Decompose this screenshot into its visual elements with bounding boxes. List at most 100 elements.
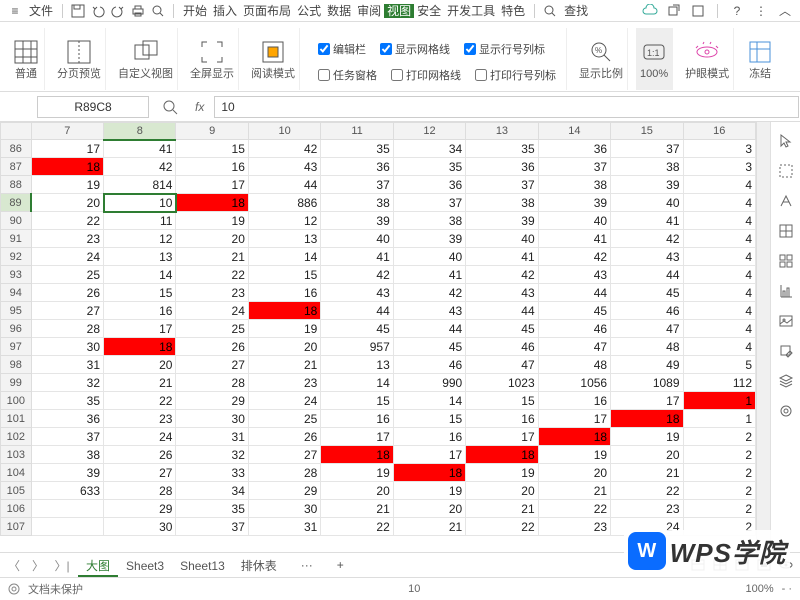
cell[interactable]: 4 xyxy=(683,194,755,212)
cell[interactable]: 21 xyxy=(393,518,465,536)
cell[interactable]: 13 xyxy=(104,248,176,266)
cell[interactable]: 18 xyxy=(321,446,393,464)
cell[interactable]: 18 xyxy=(611,410,683,428)
cell[interactable]: 46 xyxy=(611,302,683,320)
cell[interactable]: 28 xyxy=(248,464,320,482)
cell[interactable]: 12 xyxy=(248,212,320,230)
cell[interactable]: 18 xyxy=(176,194,248,212)
cell[interactable]: 15 xyxy=(321,392,393,410)
cell[interactable]: 24 xyxy=(248,392,320,410)
row-header[interactable]: 91 xyxy=(1,230,32,248)
cell[interactable]: 39 xyxy=(538,194,610,212)
cell[interactable]: 2 xyxy=(683,446,755,464)
cell[interactable]: 43 xyxy=(538,266,610,284)
cell[interactable]: 22 xyxy=(611,482,683,500)
cell[interactable]: 1023 xyxy=(466,374,538,392)
cell[interactable]: 15 xyxy=(248,266,320,284)
cell[interactable]: 26 xyxy=(176,338,248,356)
tabs-more[interactable]: ··· xyxy=(293,556,321,574)
cell[interactable]: 44 xyxy=(466,302,538,320)
cell[interactable]: 12 xyxy=(104,230,176,248)
cell[interactable]: 41 xyxy=(104,140,176,158)
cell[interactable]: 17 xyxy=(538,410,610,428)
cell[interactable]: 33 xyxy=(176,464,248,482)
menu-tab-6[interactable]: 视图 xyxy=(384,4,414,18)
cell[interactable]: 47 xyxy=(466,356,538,374)
row-header[interactable]: 90 xyxy=(1,212,32,230)
col-header[interactable]: 16 xyxy=(683,123,755,140)
menu-tab-2[interactable]: 页面布局 xyxy=(240,4,294,18)
cell[interactable]: 36 xyxy=(321,158,393,176)
cell[interactable]: 18 xyxy=(393,464,465,482)
tab-0[interactable]: 大图 xyxy=(78,557,118,577)
redo-icon[interactable] xyxy=(109,2,127,20)
cell[interactable]: 21 xyxy=(248,356,320,374)
menu-tab-8[interactable]: 开发工具 xyxy=(444,4,498,18)
cell[interactable]: 1089 xyxy=(611,374,683,392)
cell[interactable]: 29 xyxy=(104,500,176,518)
image-icon[interactable] xyxy=(777,312,795,330)
menu-tab-7[interactable]: 安全 xyxy=(414,4,444,18)
col-header[interactable]: 14 xyxy=(538,123,610,140)
tab-1[interactable]: Sheet3 xyxy=(118,557,172,575)
zoom-value[interactable]: 100% xyxy=(745,583,773,595)
row-header[interactable]: 86 xyxy=(1,140,32,158)
cell[interactable]: 30 xyxy=(176,410,248,428)
cell[interactable]: 39 xyxy=(393,230,465,248)
menu-tab-9[interactable]: 特色 xyxy=(498,4,528,18)
cell[interactable]: 14 xyxy=(321,374,393,392)
cell[interactable]: 39 xyxy=(321,212,393,230)
cell[interactable]: 37 xyxy=(466,176,538,194)
cell[interactable]: 16 xyxy=(538,392,610,410)
cell[interactable]: 31 xyxy=(176,428,248,446)
cursor-icon[interactable] xyxy=(777,132,795,150)
form-icon[interactable] xyxy=(689,2,707,20)
cell[interactable]: 886 xyxy=(248,194,320,212)
cell[interactable]: 45 xyxy=(466,320,538,338)
cell[interactable]: 38 xyxy=(466,194,538,212)
cell[interactable]: 21 xyxy=(176,248,248,266)
undo-icon[interactable] xyxy=(89,2,107,20)
cell[interactable]: 25 xyxy=(31,266,103,284)
cell[interactable]: 22 xyxy=(31,212,103,230)
cell[interactable]: 34 xyxy=(176,482,248,500)
menu-tab-5[interactable]: 审阅 xyxy=(354,4,384,18)
cell[interactable]: 36 xyxy=(466,158,538,176)
cell[interactable]: 26 xyxy=(248,428,320,446)
row-header[interactable]: 101 xyxy=(1,410,32,428)
cell[interactable]: 32 xyxy=(31,374,103,392)
cell[interactable]: 45 xyxy=(321,320,393,338)
cell[interactable]: 10 xyxy=(104,194,176,212)
row-header[interactable]: 95 xyxy=(1,302,32,320)
cell[interactable]: 19 xyxy=(321,464,393,482)
col-header[interactable]: 10 xyxy=(248,123,320,140)
cell[interactable]: 42 xyxy=(393,284,465,302)
cell[interactable]: 29 xyxy=(176,392,248,410)
cell[interactable]: 15 xyxy=(393,410,465,428)
tabs-add[interactable]: + xyxy=(329,556,352,574)
cell[interactable]: 13 xyxy=(321,356,393,374)
ribbon-eye-protect[interactable]: 护眼模式 xyxy=(681,28,734,90)
ribbon-page-preview[interactable]: 分页预览 xyxy=(53,28,106,90)
cell[interactable]: 37 xyxy=(31,428,103,446)
cell[interactable]: 37 xyxy=(176,518,248,536)
row-header[interactable]: 104 xyxy=(1,464,32,482)
cell[interactable]: 22 xyxy=(538,500,610,518)
export-icon[interactable] xyxy=(777,342,795,360)
name-box[interactable]: R89C8 xyxy=(37,96,149,118)
cell[interactable]: 19 xyxy=(31,176,103,194)
cell[interactable]: 4 xyxy=(683,266,755,284)
doc-protect-icon[interactable] xyxy=(8,583,20,595)
magnify-icon[interactable] xyxy=(155,98,185,116)
cell[interactable]: 44 xyxy=(611,266,683,284)
more-icon[interactable]: ⋮ xyxy=(752,2,770,20)
cell[interactable]: 2 xyxy=(683,482,755,500)
cell[interactable]: 14 xyxy=(393,392,465,410)
cell[interactable]: 44 xyxy=(321,302,393,320)
cell[interactable]: 18 xyxy=(538,428,610,446)
cell[interactable]: 19 xyxy=(538,446,610,464)
cell[interactable]: 44 xyxy=(393,320,465,338)
cell[interactable]: 42 xyxy=(248,140,320,158)
cell[interactable]: 15 xyxy=(466,392,538,410)
cell[interactable]: 37 xyxy=(538,158,610,176)
